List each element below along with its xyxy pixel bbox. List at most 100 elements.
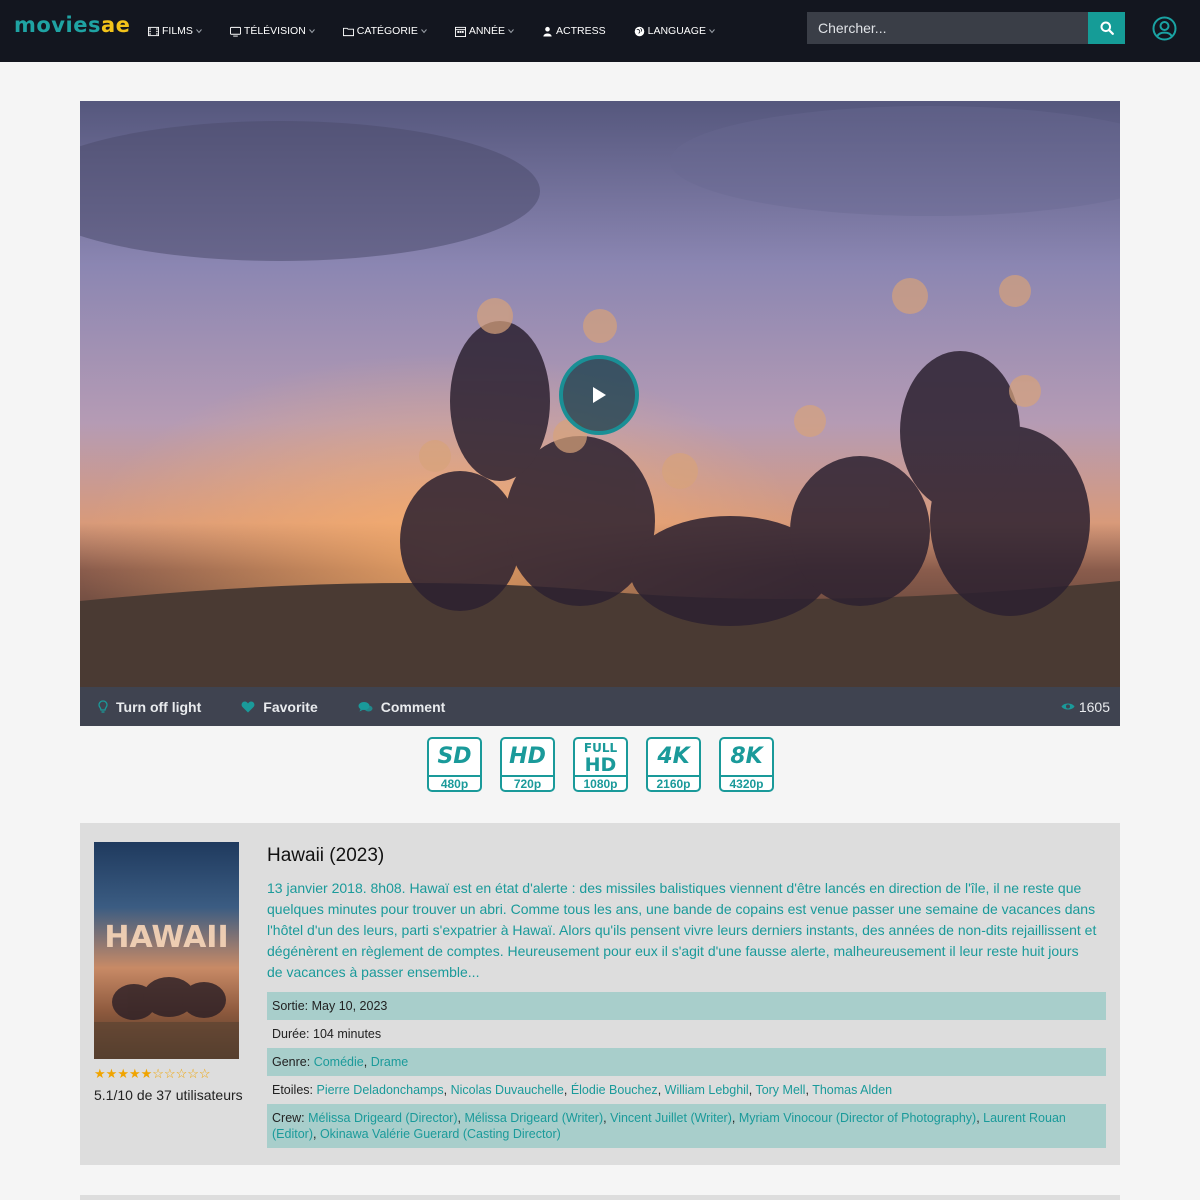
nav-films[interactable]: Films: [148, 25, 202, 37]
view-count: 1605: [1061, 687, 1110, 726]
user-icon: [543, 26, 552, 37]
star-filled-icon[interactable]: ★: [141, 1067, 153, 1081]
turn-off-light-button[interactable]: Turn off light: [98, 699, 201, 715]
movie-details: Sortie: May 10, 2023 Durée: 104 minutes …: [267, 992, 1106, 1148]
nav-language[interactable]: Language: [634, 25, 715, 37]
nav-year-label: Année: [468, 25, 506, 37]
search-input[interactable]: [807, 12, 1088, 44]
crew-link[interactable]: Mélissa Drigeard (Director): [308, 1111, 457, 1125]
quality-sd-res: 480p: [429, 775, 480, 791]
film-icon: [148, 26, 159, 36]
logo-text-ae: ae: [100, 13, 131, 37]
favorite-label: Favorite: [263, 698, 318, 715]
quality-sd-label: SD: [437, 744, 472, 769]
movie-description: 13 janvier 2018. 8h08. Hawaï est en état…: [267, 880, 1097, 980]
next-section-edge: [80, 1195, 1120, 1200]
comment-button[interactable]: Comment: [358, 698, 446, 715]
detail-duration: Durée: 104 minutes: [267, 1020, 1106, 1048]
cast-link[interactable]: Nicolas Duvauchelle: [451, 1083, 564, 1097]
cast-link[interactable]: Élodie Bouchez: [571, 1083, 658, 1097]
quality-8k-badge[interactable]: 8K 4320p: [719, 737, 774, 792]
favorite-button[interactable]: Favorite: [241, 698, 318, 715]
quality-hd-badge[interactable]: HD 720p: [500, 737, 555, 792]
video-player[interactable]: [80, 101, 1120, 687]
star-empty-icon[interactable]: ☆: [187, 1067, 199, 1081]
cast-links: Pierre Deladonchamps, Nicolas Duvauchell…: [316, 1083, 892, 1097]
nav-language-label: Language: [647, 25, 706, 37]
star-filled-icon[interactable]: ★: [94, 1067, 106, 1081]
detail-release: Sortie: May 10, 2023: [267, 992, 1106, 1020]
movie-poster[interactable]: HAWAII: [94, 842, 239, 1059]
star-filled-icon[interactable]: ★: [106, 1067, 118, 1081]
stars-label: Etoiles:: [272, 1083, 313, 1097]
release-value: May 10, 2023: [311, 999, 388, 1013]
list-separator: ,: [312, 1127, 320, 1141]
crew-links: Mélissa Drigeard (Director), Mélissa Dri…: [272, 1111, 1066, 1141]
star-empty-icon[interactable]: ☆: [199, 1067, 211, 1081]
star-empty-icon[interactable]: ☆: [152, 1067, 164, 1081]
star-empty-icon[interactable]: ☆: [176, 1067, 188, 1081]
user-account-button[interactable]: [1152, 16, 1177, 41]
chevron-down-icon: [196, 29, 202, 34]
user-circle-icon: [1152, 16, 1177, 41]
quality-hd-label: HD: [509, 744, 546, 769]
site-header: moviesae Films Télévision Catégorie Anné…: [0, 0, 1200, 62]
release-label: Sortie:: [272, 999, 309, 1013]
quality-4k-badge[interactable]: 4K 2160p: [646, 737, 701, 792]
star-filled-icon[interactable]: ★: [117, 1067, 129, 1081]
quality-8k-label: 8K: [730, 744, 763, 769]
crew-link[interactable]: Myriam Vinocour (Director of Photography…: [739, 1111, 976, 1125]
crew-link[interactable]: Vincent Juillet (Writer): [610, 1111, 732, 1125]
chevron-down-icon: [508, 29, 514, 34]
genre-label: Genre:: [272, 1055, 311, 1069]
main-nav: Films Télévision Catégorie Année Actress…: [148, 0, 743, 62]
site-logo[interactable]: moviesae: [14, 13, 130, 37]
calendar-icon: [454, 26, 466, 37]
search-button[interactable]: [1088, 12, 1125, 44]
genre-link[interactable]: Comédie: [314, 1055, 364, 1069]
cast-link[interactable]: Thomas Alden: [812, 1083, 892, 1097]
nav-year[interactable]: Année: [454, 25, 514, 37]
star-filled-icon[interactable]: ★: [129, 1067, 141, 1081]
detail-crew: Crew: Mélissa Drigeard (Director), Mélis…: [267, 1104, 1106, 1148]
comments-icon: [358, 701, 373, 711]
nav-actress[interactable]: Actress: [542, 25, 606, 37]
cast-link[interactable]: Pierre Deladonchamps: [316, 1083, 443, 1097]
star-rating[interactable]: ★ ★ ★ ★ ★ ☆ ☆ ☆ ☆ ☆: [94, 1067, 211, 1081]
crew-label: Crew:: [272, 1111, 305, 1125]
cast-link[interactable]: Tory Mell: [755, 1083, 805, 1097]
rating-summary: 5.1/10 de 37 utilisateurs: [94, 1087, 243, 1103]
quality-sd-badge[interactable]: SD 480p: [427, 737, 482, 792]
quality-4k-label: 4K: [657, 744, 690, 769]
poster-title-text: HAWAII: [104, 920, 229, 955]
quality-fullhd-badge[interactable]: FULL HD 1080p: [573, 737, 628, 792]
nav-television[interactable]: Télévision: [229, 25, 315, 37]
quality-hd-res: 720p: [502, 775, 553, 791]
cast-link[interactable]: William Lebghil: [665, 1083, 749, 1097]
quality-4k-res: 2160p: [648, 775, 699, 791]
player-toolbar: Turn off light Favorite Comment 1605: [80, 687, 1120, 726]
turn-off-light-label: Turn off light: [116, 698, 202, 715]
globe-icon: [634, 26, 644, 36]
heart-icon: [241, 701, 255, 712]
eye-icon: [1061, 703, 1075, 710]
movie-info-panel: HAWAII ★ ★ ★ ★ ★ ☆ ☆ ☆ ☆ ☆ 5.1/10 de 37 utilisate…: [80, 823, 1120, 1165]
comment-label: Comment: [380, 698, 446, 715]
play-button[interactable]: [559, 355, 639, 435]
crew-link[interactable]: Okinawa Valérie Guerard (Casting Directo…: [320, 1127, 561, 1141]
list-separator: ,: [443, 1083, 451, 1097]
duration-value: 104 minutes: [313, 1027, 382, 1041]
tv-icon: [229, 26, 241, 37]
view-count-value: 1605: [1078, 698, 1110, 715]
star-empty-icon[interactable]: ☆: [164, 1067, 176, 1081]
detail-stars: Etoiles: Pierre Deladonchamps, Nicolas D…: [267, 1076, 1106, 1104]
genre-links: Comédie, Drame: [314, 1055, 409, 1069]
movie-title: Hawaii (2023): [267, 845, 385, 866]
quality-fullhd-line2: HD: [584, 754, 617, 776]
nav-category[interactable]: Catégorie: [342, 25, 427, 37]
genre-link[interactable]: Drame: [371, 1055, 409, 1069]
quality-options: SD 480p HD 720p FULL HD 1080p 4K 2160p 8…: [427, 737, 792, 792]
play-icon: [593, 387, 606, 403]
list-separator: ,: [563, 1083, 571, 1097]
crew-link[interactable]: Mélissa Drigeard (Writer): [464, 1111, 603, 1125]
